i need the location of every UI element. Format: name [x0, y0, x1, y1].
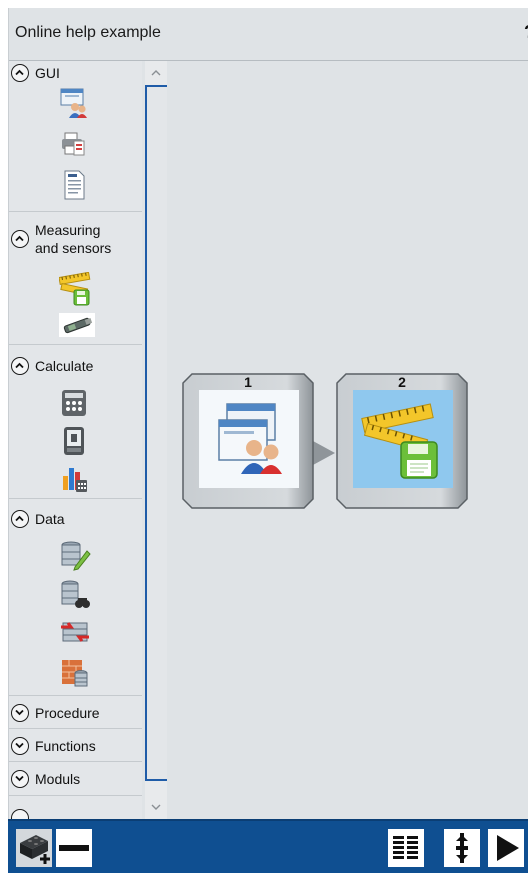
- window-title: Online help example: [15, 24, 161, 41]
- group-measuring: Measuring and sensors: [9, 212, 142, 345]
- workflow-node-2[interactable]: 2: [336, 373, 468, 509]
- dialog-users-icon[interactable]: [59, 87, 89, 118]
- group-data-header[interactable]: Data: [11, 510, 65, 528]
- ruler-save-icon[interactable]: [58, 271, 91, 306]
- add-block-button[interactable]: [16, 829, 52, 867]
- add-block-icon: [20, 835, 50, 864]
- group-functions: Functions: [9, 729, 142, 762]
- chevron-down-icon[interactable]: [11, 809, 29, 819]
- node-number: 1: [244, 374, 252, 390]
- chevron-up-icon[interactable]: [11, 510, 29, 528]
- remove-button[interactable]: [56, 829, 92, 867]
- group-procedure-label: Procedure: [35, 705, 100, 721]
- group-functions-header[interactable]: Functions: [11, 737, 96, 755]
- node-number: 2: [398, 374, 406, 390]
- sensor-device-icon[interactable]: [59, 313, 95, 343]
- group-moduls: Moduls: [9, 762, 142, 796]
- group-measuring-label: Measuring and sensors: [35, 221, 111, 257]
- database-edit-icon[interactable]: [59, 539, 91, 571]
- group-hidden-header[interactable]: [11, 809, 35, 819]
- printer-icon[interactable]: [59, 129, 89, 159]
- tool-palette: GUI Measuring and sensors Calculate Data…: [9, 61, 142, 819]
- database-sync-icon[interactable]: [59, 617, 89, 647]
- chart-calculator-icon[interactable]: [59, 462, 89, 492]
- app-window: Online help example ? GUI Measuring: [8, 8, 528, 873]
- help-button[interactable]: ?: [524, 22, 528, 43]
- workflow-canvas[interactable]: 1 2: [167, 61, 528, 819]
- step-icon: [456, 833, 468, 863]
- bottom-toolbar: [8, 819, 528, 873]
- chevron-down-icon[interactable]: [11, 737, 29, 755]
- remove-icon: [59, 845, 89, 851]
- group-measuring-label-line1: Measuring: [35, 222, 101, 238]
- group-calculate-label: Calculate: [35, 358, 94, 374]
- document-icon[interactable]: [59, 169, 89, 200]
- database-search-icon[interactable]: [59, 579, 90, 609]
- group-functions-label: Functions: [35, 738, 96, 754]
- group-calculate-header[interactable]: Calculate: [11, 357, 93, 375]
- chevron-up-icon[interactable]: [11, 64, 29, 82]
- group-data: Data: [9, 499, 142, 696]
- list-view-button[interactable]: [388, 829, 424, 867]
- list-view-icon: [393, 836, 418, 859]
- dialog-users-icon: [199, 390, 299, 488]
- chevron-down-icon[interactable]: [11, 770, 29, 788]
- workflow-node-1[interactable]: 1: [182, 373, 314, 509]
- group-procedure-header[interactable]: Procedure: [11, 704, 100, 722]
- group-gui-label: GUI: [35, 65, 60, 81]
- group-calculate: Calculate: [9, 345, 142, 499]
- chevron-up-icon[interactable]: [11, 230, 29, 248]
- scroll-thumb[interactable]: [145, 85, 169, 781]
- group-procedure: Procedure: [9, 696, 142, 729]
- group-moduls-label: Moduls: [35, 771, 81, 787]
- phone-calculator-icon[interactable]: [59, 425, 89, 455]
- play-button[interactable]: [488, 829, 524, 867]
- group-measuring-header[interactable]: Measuring and sensors: [11, 221, 111, 257]
- step-button[interactable]: [444, 829, 480, 867]
- calculator-icon[interactable]: [59, 388, 89, 418]
- group-measuring-label-line2: and sensors: [35, 240, 112, 256]
- group-data-label: Data: [35, 511, 65, 527]
- title-bar: Online help example ?: [9, 8, 528, 61]
- palette-scrollbar[interactable]: [145, 61, 169, 819]
- scroll-up-arrow-icon[interactable]: [147, 64, 165, 82]
- scroll-down-arrow-icon[interactable]: [147, 798, 165, 816]
- group-moduls-header[interactable]: Moduls: [11, 770, 80, 788]
- database-bricks-icon[interactable]: [59, 656, 89, 687]
- group-gui: GUI: [9, 61, 142, 212]
- ruler-save-icon: [353, 390, 453, 488]
- group-hidden: [9, 796, 142, 819]
- chevron-down-icon[interactable]: [11, 704, 29, 722]
- chevron-up-icon[interactable]: [11, 357, 29, 375]
- play-icon: [497, 835, 519, 861]
- group-gui-header[interactable]: GUI: [11, 64, 60, 82]
